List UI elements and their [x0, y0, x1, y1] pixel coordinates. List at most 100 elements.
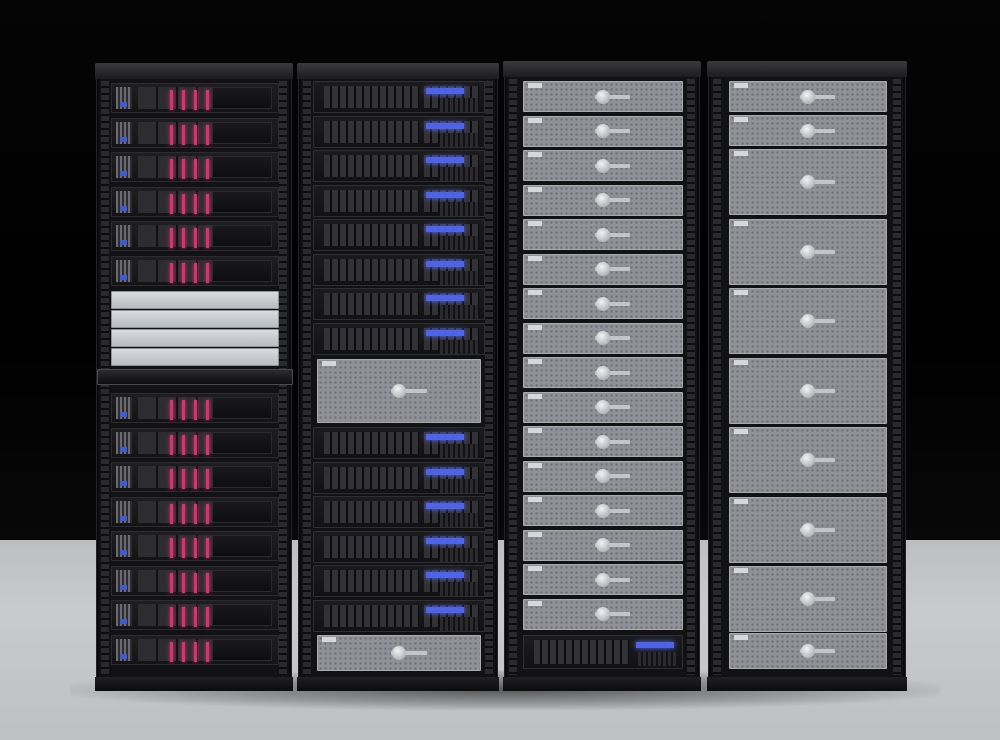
power-indicator: [120, 550, 127, 555]
front-panel: [212, 466, 272, 488]
lcd-display: [426, 329, 464, 336]
lcd-display: [426, 295, 464, 301]
rack-rail-right: [485, 81, 493, 675]
drive-array: [324, 466, 419, 489]
status-led: [206, 641, 209, 662]
front-knob: [392, 646, 406, 660]
status-led: [182, 193, 185, 214]
front-knob: [801, 123, 815, 138]
grey-server: [523, 391, 683, 423]
grey-server: [729, 633, 887, 669]
status-led: [182, 124, 185, 145]
rack-rail-left: [509, 79, 517, 675]
front-knob: [596, 124, 610, 138]
grey-server: [523, 426, 683, 457]
blank-panel: [111, 310, 279, 328]
power-indicator: [120, 240, 127, 245]
vent-grille: [440, 513, 478, 527]
storage-server: [313, 288, 485, 320]
status-led: [182, 503, 185, 524]
rack-server-1u: [111, 83, 279, 113]
front-knob: [801, 383, 815, 398]
pull-tab: [322, 637, 336, 642]
front-knob: [596, 572, 610, 587]
lcd-display: [426, 226, 464, 232]
rack-server-1u: [111, 565, 279, 596]
lcd-display: [426, 606, 464, 613]
storage-server: [313, 115, 485, 148]
drive-array: [324, 86, 419, 108]
rack-server-1u: [111, 221, 279, 251]
power-indicator: [120, 205, 127, 211]
rack-rail-left: [303, 81, 311, 675]
pull-tab: [734, 220, 748, 226]
drive-array: [534, 640, 629, 664]
grey-server: [523, 529, 683, 561]
grey-server: [523, 219, 683, 250]
status-led: [194, 159, 197, 179]
rack-top-cap: [707, 61, 907, 77]
front-knob: [596, 434, 610, 449]
rack-rail-left: [713, 79, 721, 675]
status-led: [206, 228, 209, 248]
status-led: [206, 262, 209, 283]
status-led: [194, 434, 197, 455]
front-panel: [212, 225, 272, 247]
pull-tab: [528, 359, 542, 364]
grey-server: [317, 635, 481, 671]
front-knob: [801, 314, 815, 328]
status-led: [170, 572, 173, 593]
vent-grille: [638, 652, 676, 666]
front-panel: [212, 431, 272, 454]
front-knob: [596, 227, 610, 242]
lcd-display: [426, 503, 464, 509]
blank-panel: [111, 348, 279, 366]
front-panel: [212, 604, 272, 626]
rack-shelf: [97, 369, 293, 385]
status-led: [170, 124, 173, 145]
pull-tab: [528, 497, 542, 502]
pull-tab: [734, 83, 748, 88]
drive-array: [324, 535, 419, 558]
front-panel: [212, 121, 272, 144]
rack-server-1u: [111, 255, 279, 286]
front-knob: [596, 365, 610, 380]
rack-server-1u: [111, 117, 279, 148]
status-led: [206, 607, 209, 627]
vent-grille: [440, 582, 478, 596]
front-knob: [596, 296, 610, 311]
rack-server-1u: [111, 600, 279, 630]
status-led: [170, 607, 173, 627]
status-led: [170, 538, 173, 558]
vent-grille: [440, 478, 478, 493]
rack-rail-right: [893, 79, 901, 675]
front-knob: [596, 400, 610, 414]
storage-server: [313, 322, 485, 355]
front-panel: [212, 569, 272, 592]
pull-tab: [528, 255, 542, 261]
grey-server: [523, 322, 683, 354]
pull-tab: [528, 428, 542, 433]
lcd-display: [426, 88, 464, 94]
pull-tab: [528, 221, 542, 226]
vent-grille: [440, 444, 478, 458]
status-led: [170, 434, 173, 455]
rack-server-1u: [111, 186, 279, 217]
grey-server: [523, 184, 683, 216]
front-knob: [596, 89, 610, 104]
pull-tab: [528, 290, 542, 295]
pull-tab: [528, 152, 542, 157]
status-led: [170, 503, 173, 524]
grey-server: [523, 115, 683, 147]
pull-tab: [528, 566, 542, 571]
vent-grille: [440, 98, 478, 112]
grey-server: [523, 357, 683, 388]
status-led: [194, 228, 197, 248]
status-led: [170, 159, 173, 179]
drive-array: [324, 258, 419, 281]
front-panel: [212, 156, 272, 178]
lcd-display: [636, 642, 674, 648]
status-led: [170, 469, 173, 489]
front-knob: [596, 607, 610, 621]
vent-grille: [440, 236, 478, 250]
